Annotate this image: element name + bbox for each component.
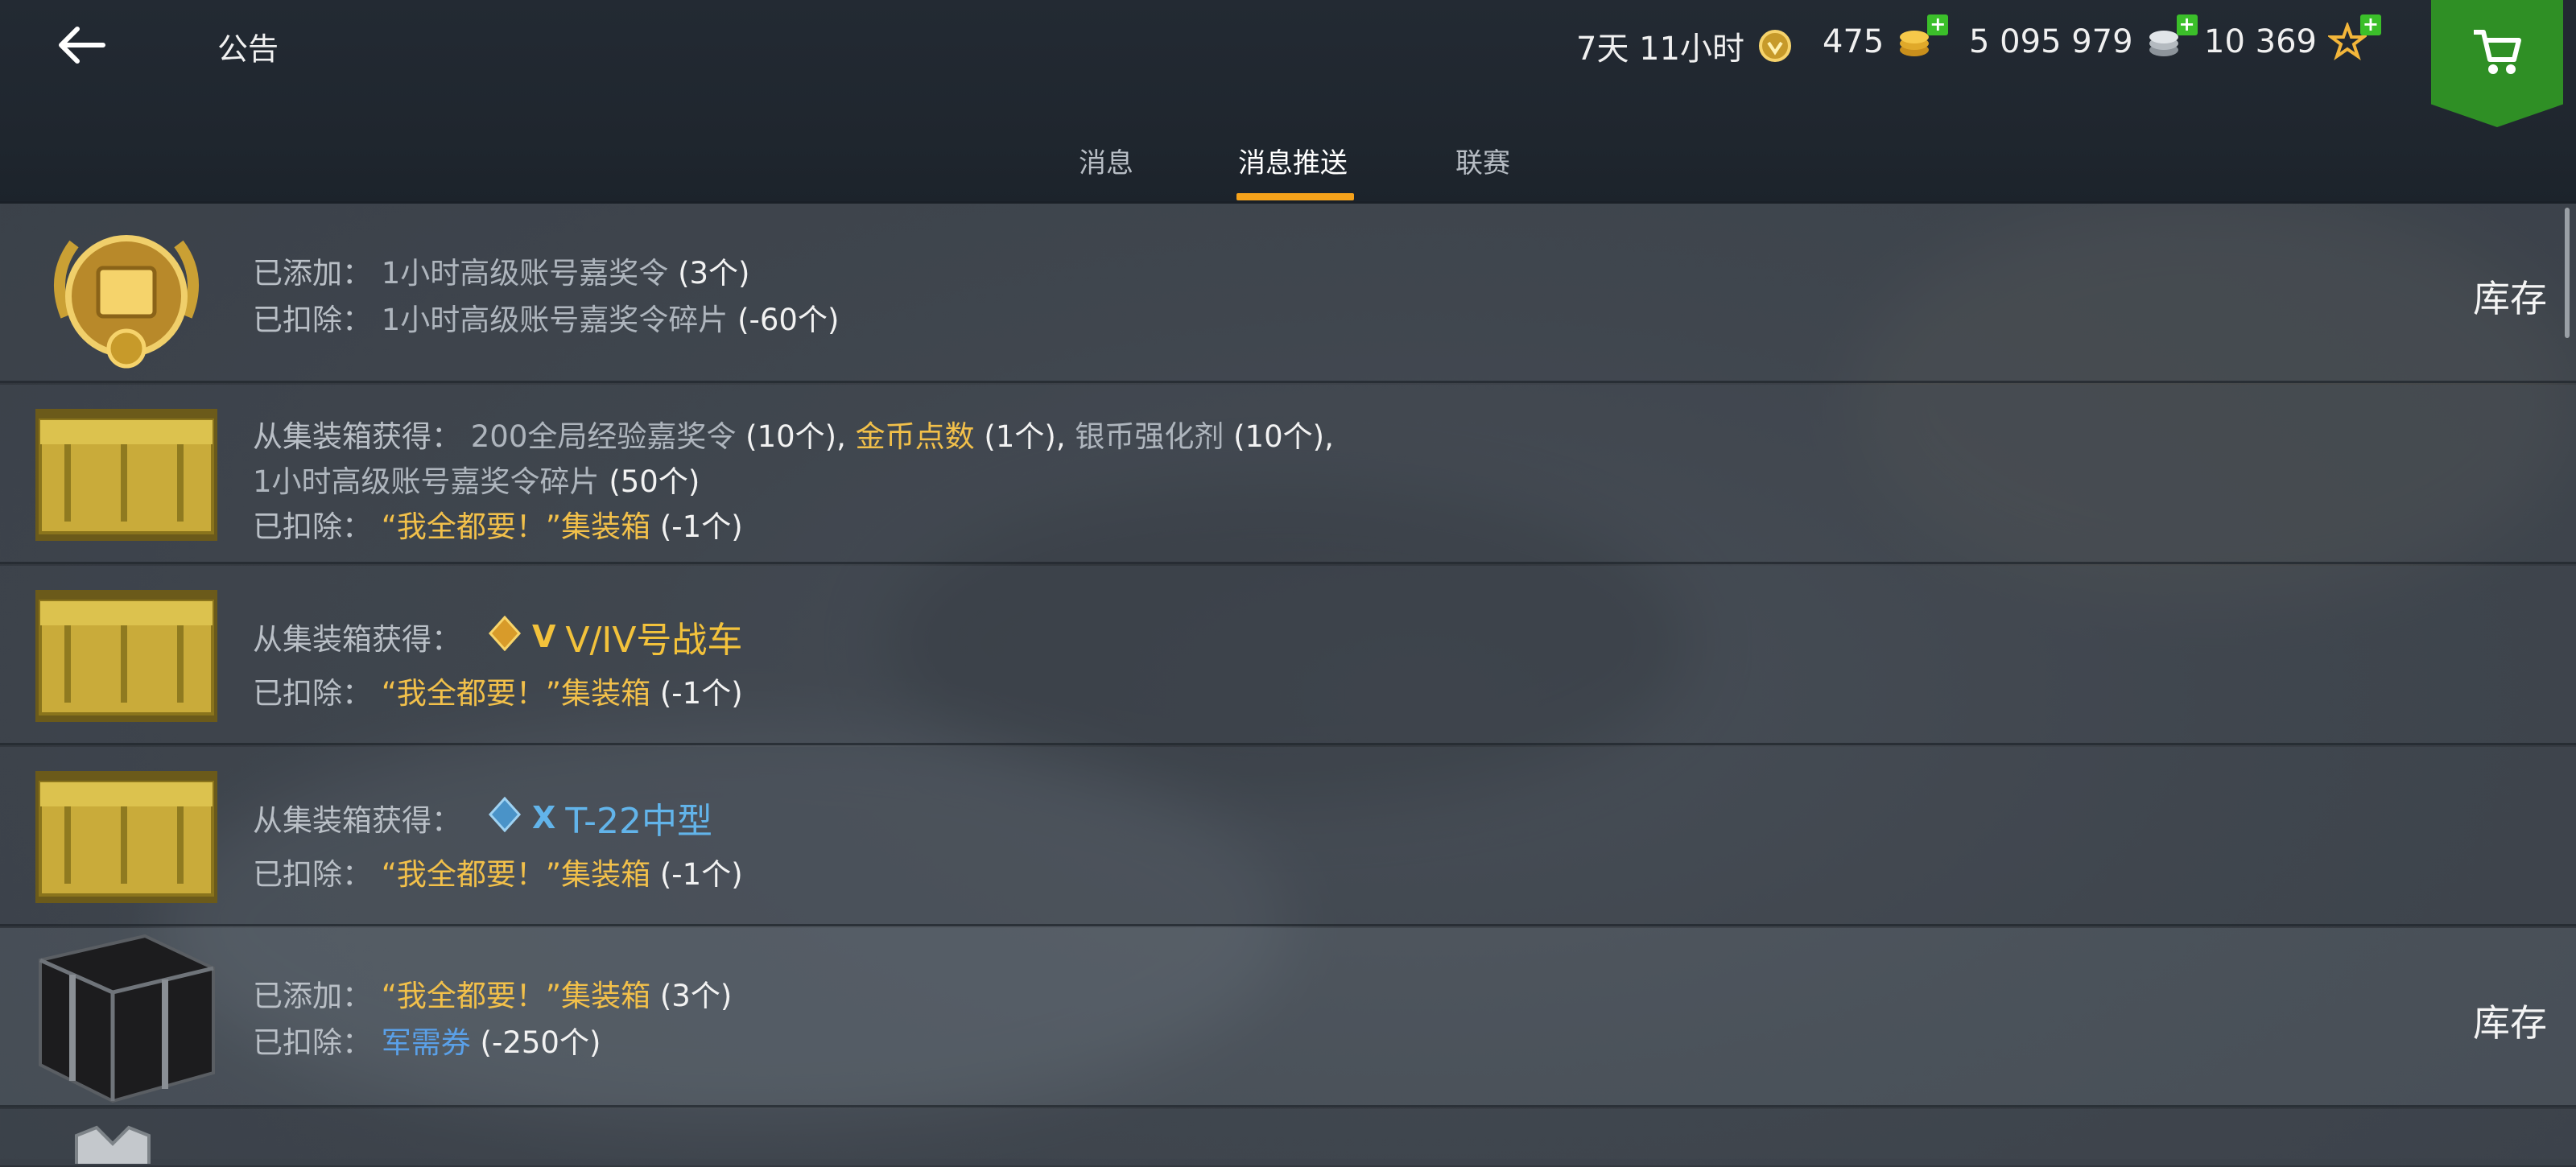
list-item[interactable]: 从集装箱获得： 200全局经验嘉奖令 (10个), 金币点数 (1个), 银币强… (0, 385, 2576, 564)
shop-cart-button[interactable] (2431, 0, 2563, 127)
list-item[interactable] (0, 1109, 2576, 1165)
item-name: “我全都要！”集装箱 (381, 676, 651, 711)
obtained-label: 从集装箱获得： (253, 419, 461, 454)
item-name: “我全都要！”集装箱 (381, 509, 651, 544)
item-name: 1小时高级账号嘉奖令 (381, 256, 669, 291)
tank-tier: V (532, 619, 556, 654)
tier-emblem-icon (487, 615, 522, 658)
tab-push-messages[interactable]: 消息推送 (1238, 141, 1348, 180)
cart-icon (2474, 30, 2521, 74)
page-title: 公告 (217, 31, 279, 67)
premium-time[interactable]: 7天 11小时 (1576, 23, 1794, 69)
item-count: (1个) (984, 419, 1056, 454)
item-name: 200全局经验嘉奖令 (470, 419, 737, 454)
credits-value: 5 095 979 (1969, 23, 2133, 60)
list-item[interactable]: 已添加： 1小时高级账号嘉奖令 (3个) 已扣除： 1小时高级账号嘉奖令碎片 (… (0, 204, 2576, 383)
add-xp-button[interactable]: + (2359, 14, 2381, 35)
deducted-label: 已扣除： (253, 857, 372, 892)
obtained-label: 从集装箱获得： (253, 622, 461, 657)
item-count: (3个) (659, 979, 733, 1013)
list-item[interactable]: 已添加： “我全都要！”集装箱 (3个) 已扣除： 军需券 (-250个) 库存 (0, 928, 2576, 1107)
item-count: (-60个) (737, 303, 840, 337)
back-button[interactable] (50, 16, 114, 72)
list-item[interactable]: 从集装箱获得： V V/IV号战车 已扣除： “我全都要！”集装箱 (-1个) (0, 566, 2576, 745)
star-icon: + (2326, 14, 2381, 61)
item-name: “我全都要！”集装箱 (381, 979, 651, 1013)
inventory-button[interactable]: 库存 (2473, 994, 2547, 1047)
gold-container-icon (35, 771, 217, 903)
separator: , (1055, 419, 1066, 454)
deducted-label: 已扣除： (253, 1025, 372, 1060)
add-credits-button[interactable]: + (2176, 14, 2198, 35)
deducted-label: 已扣除： (253, 303, 372, 337)
active-tab-indicator (1236, 193, 1354, 200)
separator: , (1324, 419, 1334, 454)
item-count: (3个) (678, 256, 750, 291)
item-count: (10个) (745, 419, 837, 454)
gold-value: 475 (1823, 23, 1885, 60)
premium-time-value: 7天 11小时 (1576, 31, 1745, 68)
premium-medal-icon (42, 220, 211, 373)
tab-messages[interactable]: 消息 (1079, 141, 1133, 180)
notification-list[interactable]: 已添加： 1小时高级账号嘉奖令 (3个) 已扣除： 1小时高级账号嘉奖令碎片 (… (0, 204, 2576, 1165)
free-xp-balance[interactable]: 10 369 + (2204, 14, 2381, 61)
item-count: (10个) (1233, 419, 1325, 454)
black-container-icon (24, 928, 225, 1109)
item-count: (-1个) (659, 857, 743, 892)
credits-balance[interactable]: 5 095 979 + (1969, 14, 2198, 61)
tier-emblem-icon (487, 796, 522, 839)
premium-icon (1756, 27, 1794, 65)
gold-balance[interactable]: 475 + (1823, 14, 1949, 61)
gold-container-icon (35, 590, 217, 722)
back-arrow-icon (59, 27, 105, 64)
inventory-button[interactable]: 库存 (2473, 270, 2547, 323)
item-name: 1小时高级账号嘉奖令碎片 (381, 303, 729, 337)
added-label: 已添加： (253, 256, 372, 291)
free-xp-value: 10 369 (2204, 23, 2317, 60)
item-count: (-1个) (659, 676, 743, 711)
tank-name: T-22中型 (565, 801, 713, 842)
gold-coin-icon: + (1895, 14, 1949, 61)
item-name: 银币强化剂 (1075, 419, 1224, 454)
scrollbar[interactable] (2565, 208, 2570, 338)
item-name: 军需券 (381, 1025, 471, 1060)
separator: , (836, 419, 846, 454)
deducted-label: 已扣除： (253, 509, 372, 544)
add-gold-button[interactable]: + (1927, 14, 1949, 35)
item-count: (-250个) (480, 1025, 601, 1060)
silver-coin-icon: + (2145, 14, 2198, 61)
tab-league[interactable]: 联赛 (1455, 141, 1510, 180)
obtained-label: 从集装箱获得： (253, 803, 461, 838)
item-name: 1小时高级账号嘉奖令碎片 (253, 464, 600, 499)
added-label: 已添加： (253, 979, 372, 1013)
deducted-label: 已扣除： (253, 676, 372, 711)
item-name: “我全都要！”集装箱 (381, 857, 651, 892)
list-item[interactable]: 从集装箱获得： X T-22中型 已扣除： “我全都要！”集装箱 (-1个) (0, 747, 2576, 926)
gold-container-icon (35, 409, 217, 541)
tank-tier: X (532, 800, 556, 835)
item-count: (-1个) (659, 509, 743, 544)
tank-name: V/IV号战车 (565, 620, 743, 661)
item-count: (50个) (609, 464, 700, 499)
item-name: 金币点数 (855, 419, 975, 454)
partial-item-icon (72, 1124, 153, 1164)
tab-bar: 消息 消息推送 联赛 (0, 141, 2576, 201)
